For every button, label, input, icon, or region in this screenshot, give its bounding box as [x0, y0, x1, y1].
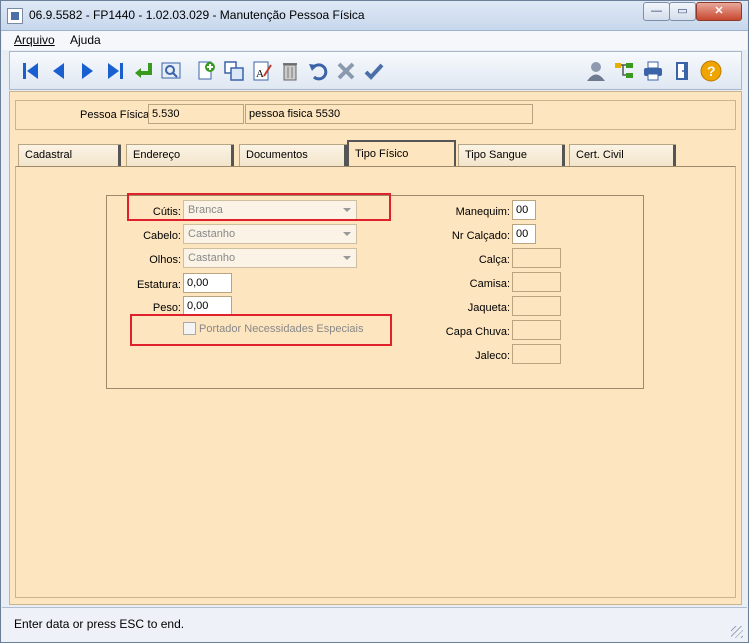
estatura-field[interactable]: 0,00	[183, 273, 232, 293]
app-icon	[7, 8, 23, 24]
tipo-fisico-group: Cútis: Branca Cabelo: Castanho Olhos: Ca…	[106, 195, 644, 389]
tipo-fisico-panel: Cútis: Branca Cabelo: Castanho Olhos: Ca…	[15, 166, 736, 598]
tab-tipo-fisico[interactable]: Tipo Físico	[347, 140, 456, 167]
jaleco-label: Jaleco:	[475, 350, 510, 362]
header-panel: Pessoa Física: 5.530 pessoa fisica 5530	[15, 100, 736, 130]
highlight-box-necessidades	[130, 314, 392, 346]
menu-bar: Arquivo Ajuda	[2, 31, 747, 50]
minimize-button[interactable]: —	[643, 2, 670, 21]
tab-endereco[interactable]: Endereço	[126, 144, 234, 167]
toolbar: A ?	[9, 51, 742, 90]
cancel-icon[interactable]	[333, 58, 358, 83]
tab-documentos[interactable]: Documentos	[239, 144, 347, 167]
copy-icon[interactable]	[221, 58, 246, 83]
estatura-label: Estatura:	[136, 279, 181, 291]
manequim-field[interactable]: 00	[512, 200, 536, 220]
close-button[interactable]: ✕	[696, 2, 742, 21]
tree-icon[interactable]	[611, 58, 636, 83]
pessoa-name-field[interactable]: pessoa fisica 5530	[245, 104, 533, 124]
peso-label: Peso:	[152, 302, 181, 314]
menu-ajuda[interactable]: Ajuda	[70, 33, 101, 47]
camisa-label: Camisa:	[469, 278, 510, 290]
svg-text:A: A	[256, 68, 264, 80]
exit-icon[interactable]	[669, 58, 694, 83]
edit-icon[interactable]: A	[249, 58, 274, 83]
olhos-label: Olhos:	[149, 254, 181, 266]
form-area: Pessoa Física: 5.530 pessoa fisica 5530 …	[9, 91, 742, 605]
jaqueta-field[interactable]	[512, 296, 561, 316]
next-icon[interactable]	[74, 58, 99, 83]
olhos-select[interactable]: Castanho	[183, 248, 357, 268]
svg-text:?: ?	[707, 63, 716, 79]
undo-icon[interactable]	[305, 58, 330, 83]
peso-field[interactable]: 0,00	[183, 296, 232, 316]
chevron-down-icon	[343, 232, 351, 236]
pessoa-fisica-label: Pessoa Física:	[80, 109, 153, 121]
highlight-box-cutis	[127, 193, 391, 221]
tab-cadastral[interactable]: Cadastral	[18, 144, 121, 167]
cabelo-select[interactable]: Castanho	[183, 224, 357, 244]
goto-icon[interactable]	[130, 58, 155, 83]
pessoa-code-field[interactable]: 5.530	[148, 104, 244, 124]
first-icon[interactable]	[18, 58, 43, 83]
jaqueta-label: Jaqueta:	[467, 302, 510, 314]
capa-chuva-label: Capa Chuva:	[445, 326, 510, 338]
delete-icon[interactable]	[277, 58, 302, 83]
prev-icon[interactable]	[46, 58, 71, 83]
maximize-button[interactable]: ▭	[669, 2, 696, 21]
chevron-down-icon	[343, 256, 351, 260]
application-window: 06.9.5582 - FP1440 - 1.02.03.029 - Manut…	[0, 0, 749, 643]
nr-calcado-field[interactable]: 00	[512, 224, 536, 244]
cabelo-label: Cabelo:	[143, 230, 181, 242]
save-icon[interactable]	[361, 58, 386, 83]
calca-label: Calça:	[478, 254, 510, 266]
tab-tipo-sangue[interactable]: Tipo Sangue	[458, 144, 565, 167]
help-icon[interactable]: ?	[698, 58, 723, 83]
manequim-label: Manequim:	[455, 206, 510, 218]
status-message: Enter data or press ESC to end.	[14, 617, 185, 631]
calca-field[interactable]	[512, 248, 561, 268]
add-icon[interactable]	[193, 58, 218, 83]
print-icon[interactable]	[640, 58, 665, 83]
capa-chuva-field[interactable]	[512, 320, 561, 340]
user-icon[interactable]	[583, 58, 608, 83]
resize-grip-icon[interactable]	[731, 626, 743, 638]
last-icon[interactable]	[102, 58, 127, 83]
jaleco-field[interactable]	[512, 344, 561, 364]
menu-arquivo[interactable]: Arquivo	[14, 33, 55, 47]
camisa-field[interactable]	[512, 272, 561, 292]
tab-cert-civil[interactable]: Cert. Civil	[569, 144, 676, 167]
window-title: 06.9.5582 - FP1440 - 1.02.03.029 - Manut…	[29, 8, 365, 22]
search-icon[interactable]	[158, 58, 183, 83]
status-bar: Enter data or press ESC to end.	[2, 607, 747, 642]
title-bar: 06.9.5582 - FP1440 - 1.02.03.029 - Manut…	[1, 1, 748, 31]
nr-calcado-label: Nr Calçado:	[451, 230, 510, 242]
